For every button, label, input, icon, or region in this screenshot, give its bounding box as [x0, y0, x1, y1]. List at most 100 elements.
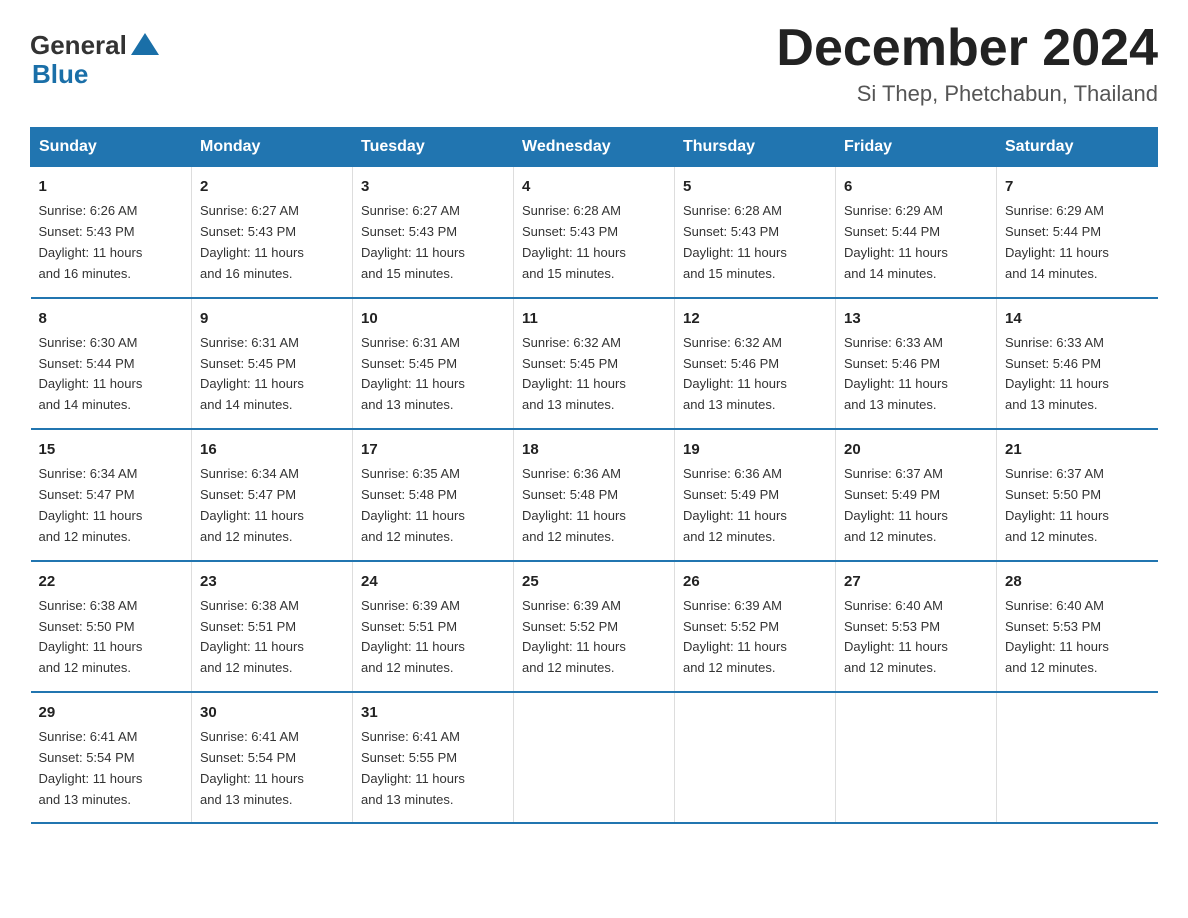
day-number: 25 [522, 570, 666, 593]
day-number: 23 [200, 570, 344, 593]
header-wednesday: Wednesday [514, 128, 675, 167]
day-info: Sunrise: 6:39 AMSunset: 5:52 PMDaylight:… [683, 598, 787, 675]
logo-general-text: General [30, 30, 159, 61]
day-info: Sunrise: 6:37 AMSunset: 5:49 PMDaylight:… [844, 466, 948, 543]
day-info: Sunrise: 6:32 AMSunset: 5:45 PMDaylight:… [522, 335, 626, 412]
table-row: 28Sunrise: 6:40 AMSunset: 5:53 PMDayligh… [997, 561, 1158, 692]
day-number: 9 [200, 307, 344, 330]
day-number: 1 [39, 175, 184, 198]
table-row: 6 Sunrise: 6:29 AMSunset: 5:44 PMDaylight… [836, 167, 997, 298]
table-row: 17Sunrise: 6:35 AMSunset: 5:48 PMDayligh… [353, 429, 514, 560]
table-row: 15 Sunrise: 6:34 AMSunset: 5:47 PMDayligh… [31, 429, 192, 560]
day-number: 12 [683, 307, 827, 330]
day-number: 6 [844, 175, 988, 198]
table-row [836, 692, 997, 823]
day-info: Sunrise: 6:28 AMSunset: 5:43 PMDaylight:… [522, 203, 626, 280]
day-number: 15 [39, 438, 184, 461]
day-number: 31 [361, 701, 505, 724]
page-header: General Blue December 2024 Si Thep, Phet… [30, 20, 1158, 107]
table-row: 20 Sunrise: 6:37 AMSunset: 5:49 PMDayligh… [836, 429, 997, 560]
day-info: Sunrise: 6:40 AMSunset: 5:53 PMDaylight:… [1005, 598, 1109, 675]
table-row: 23 Sunrise: 6:38 AMSunset: 5:51 PMDayligh… [192, 561, 353, 692]
day-number: 4 [522, 175, 666, 198]
table-row: 4 Sunrise: 6:28 AMSunset: 5:43 PMDaylight… [514, 167, 675, 298]
day-info: Sunrise: 6:37 AMSunset: 5:50 PMDaylight:… [1005, 466, 1109, 543]
day-info: Sunrise: 6:29 AMSunset: 5:44 PMDaylight:… [1005, 203, 1109, 280]
logo-general-word: General [30, 30, 127, 61]
month-title: December 2024 [776, 20, 1158, 77]
day-number: 3 [361, 175, 505, 198]
table-row: 18 Sunrise: 6:36 AMSunset: 5:48 PMDayligh… [514, 429, 675, 560]
table-row: 10Sunrise: 6:31 AMSunset: 5:45 PMDayligh… [353, 298, 514, 429]
day-number: 22 [39, 570, 184, 593]
day-number: 16 [200, 438, 344, 461]
day-info: Sunrise: 6:38 AMSunset: 5:51 PMDaylight:… [200, 598, 304, 675]
day-info: Sunrise: 6:39 AMSunset: 5:52 PMDaylight:… [522, 598, 626, 675]
table-row: 19Sunrise: 6:36 AMSunset: 5:49 PMDayligh… [675, 429, 836, 560]
table-row: 3Sunrise: 6:27 AMSunset: 5:43 PMDaylight… [353, 167, 514, 298]
table-row: 5Sunrise: 6:28 AMSunset: 5:43 PMDaylight… [675, 167, 836, 298]
table-row: 24 Sunrise: 6:39 AMSunset: 5:51 PMDayligh… [353, 561, 514, 692]
day-number: 2 [200, 175, 344, 198]
logo-blue-text: Blue [30, 59, 88, 90]
calendar-week-row: 22 Sunrise: 6:38 AMSunset: 5:50 PMDayligh… [31, 561, 1158, 692]
header-sunday: Sunday [31, 128, 192, 167]
calendar-week-row: 15 Sunrise: 6:34 AMSunset: 5:47 PMDayligh… [31, 429, 1158, 560]
calendar-week-row: 1 Sunrise: 6:26 AMSunset: 5:43 PMDaylight… [31, 167, 1158, 298]
calendar-week-row: 29 Sunrise: 6:41 AMSunset: 5:54 PMDayligh… [31, 692, 1158, 823]
calendar-week-row: 8 Sunrise: 6:30 AMSunset: 5:44 PMDaylight… [31, 298, 1158, 429]
table-row: 21 Sunrise: 6:37 AMSunset: 5:50 PMDayligh… [997, 429, 1158, 560]
day-number: 7 [1005, 175, 1150, 198]
day-number: 18 [522, 438, 666, 461]
header-thursday: Thursday [675, 128, 836, 167]
table-row: 30Sunrise: 6:41 AMSunset: 5:54 PMDayligh… [192, 692, 353, 823]
day-info: Sunrise: 6:31 AMSunset: 5:45 PMDaylight:… [200, 335, 304, 412]
table-row: 12 Sunrise: 6:32 AMSunset: 5:46 PMDayligh… [675, 298, 836, 429]
table-row: 8 Sunrise: 6:30 AMSunset: 5:44 PMDaylight… [31, 298, 192, 429]
title-area: December 2024 Si Thep, Phetchabun, Thail… [776, 20, 1158, 107]
header-tuesday: Tuesday [353, 128, 514, 167]
day-info: Sunrise: 6:34 AMSunset: 5:47 PMDaylight:… [39, 466, 143, 543]
day-number: 13 [844, 307, 988, 330]
day-info: Sunrise: 6:39 AMSunset: 5:51 PMDaylight:… [361, 598, 465, 675]
day-number: 21 [1005, 438, 1150, 461]
day-number: 20 [844, 438, 988, 461]
day-info: Sunrise: 6:28 AMSunset: 5:43 PMDaylight:… [683, 203, 787, 280]
table-row: 7 Sunrise: 6:29 AMSunset: 5:44 PMDaylight… [997, 167, 1158, 298]
table-row: 26Sunrise: 6:39 AMSunset: 5:52 PMDayligh… [675, 561, 836, 692]
day-number: 27 [844, 570, 988, 593]
logo-triangle-icon [131, 33, 159, 55]
day-info: Sunrise: 6:40 AMSunset: 5:53 PMDaylight:… [844, 598, 948, 675]
table-row: 1 Sunrise: 6:26 AMSunset: 5:43 PMDaylight… [31, 167, 192, 298]
calendar-header-row: Sunday Monday Tuesday Wednesday Thursday… [31, 128, 1158, 167]
table-row: 22 Sunrise: 6:38 AMSunset: 5:50 PMDayligh… [31, 561, 192, 692]
table-row: 11Sunrise: 6:32 AMSunset: 5:45 PMDayligh… [514, 298, 675, 429]
day-info: Sunrise: 6:30 AMSunset: 5:44 PMDaylight:… [39, 335, 143, 412]
day-info: Sunrise: 6:38 AMSunset: 5:50 PMDaylight:… [39, 598, 143, 675]
table-row: 25 Sunrise: 6:39 AMSunset: 5:52 PMDayligh… [514, 561, 675, 692]
table-row [997, 692, 1158, 823]
day-info: Sunrise: 6:41 AMSunset: 5:54 PMDaylight:… [39, 729, 143, 806]
day-info: Sunrise: 6:36 AMSunset: 5:48 PMDaylight:… [522, 466, 626, 543]
day-info: Sunrise: 6:26 AMSunset: 5:43 PMDaylight:… [39, 203, 143, 280]
day-number: 17 [361, 438, 505, 461]
day-number: 8 [39, 307, 184, 330]
day-info: Sunrise: 6:33 AMSunset: 5:46 PMDaylight:… [844, 335, 948, 412]
day-info: Sunrise: 6:31 AMSunset: 5:45 PMDaylight:… [361, 335, 465, 412]
table-row: 14Sunrise: 6:33 AMSunset: 5:46 PMDayligh… [997, 298, 1158, 429]
day-info: Sunrise: 6:29 AMSunset: 5:44 PMDaylight:… [844, 203, 948, 280]
table-row: 29 Sunrise: 6:41 AMSunset: 5:54 PMDayligh… [31, 692, 192, 823]
day-info: Sunrise: 6:34 AMSunset: 5:47 PMDaylight:… [200, 466, 304, 543]
calendar-table: Sunday Monday Tuesday Wednesday Thursday… [30, 127, 1158, 824]
table-row [514, 692, 675, 823]
table-row: 27 Sunrise: 6:40 AMSunset: 5:53 PMDayligh… [836, 561, 997, 692]
day-info: Sunrise: 6:41 AMSunset: 5:54 PMDaylight:… [200, 729, 304, 806]
day-number: 19 [683, 438, 827, 461]
table-row: 13 Sunrise: 6:33 AMSunset: 5:46 PMDayligh… [836, 298, 997, 429]
table-row: 31Sunrise: 6:41 AMSunset: 5:55 PMDayligh… [353, 692, 514, 823]
location-subtitle: Si Thep, Phetchabun, Thailand [776, 81, 1158, 107]
day-number: 29 [39, 701, 184, 724]
day-number: 24 [361, 570, 505, 593]
day-info: Sunrise: 6:32 AMSunset: 5:46 PMDaylight:… [683, 335, 787, 412]
table-row [675, 692, 836, 823]
